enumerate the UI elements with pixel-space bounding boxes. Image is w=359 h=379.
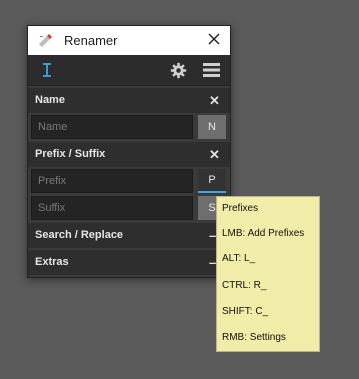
section-header-extras[interactable]: Extras – bbox=[28, 250, 230, 275]
tooltip-line: Prefixes bbox=[222, 203, 259, 214]
renamer-logo-icon bbox=[39, 34, 52, 47]
prefix-input[interactable]: Prefix bbox=[31, 169, 193, 193]
hamburger-menu-icon[interactable] bbox=[203, 63, 220, 77]
suffix-input[interactable]: Suffix bbox=[31, 196, 193, 220]
name-apply-button[interactable]: N bbox=[198, 115, 226, 139]
section-header-search-replace[interactable]: Search / Replace – bbox=[28, 223, 230, 248]
title-bar[interactable]: Renamer bbox=[28, 26, 230, 55]
gear-icon[interactable] bbox=[170, 62, 187, 79]
prefix-button[interactable]: P bbox=[198, 169, 226, 193]
tooltip-line: ALT: L_ bbox=[222, 253, 256, 264]
tooltip-line: LMB: Add Prefixes bbox=[222, 228, 305, 239]
tooltip-line: SHIFT: C_ bbox=[222, 306, 269, 317]
section-header-name[interactable]: Name ✕ bbox=[28, 88, 230, 113]
section-header-prefix-suffix[interactable]: Prefix / Suffix ✕ bbox=[28, 142, 230, 167]
close-icon[interactable] bbox=[205, 30, 223, 48]
tooltip: Prefixes LMB: Add Prefixes ALT: L_ CTRL:… bbox=[216, 196, 320, 352]
renamer-window: Renamer Name ✕ Name N Prefix / Suffix ✕ … bbox=[27, 25, 231, 278]
text-cursor-icon[interactable] bbox=[40, 62, 54, 78]
section-title-extras: Extras bbox=[35, 256, 69, 268]
prefix-placeholder: Prefix bbox=[38, 175, 67, 187]
section-title-name: Name bbox=[35, 94, 65, 106]
name-input[interactable]: Name bbox=[31, 115, 193, 139]
toolbar bbox=[28, 55, 230, 86]
tooltip-line: CTRL: R_ bbox=[222, 280, 267, 291]
suffix-placeholder: Suffix bbox=[38, 202, 66, 214]
name-placeholder: Name bbox=[38, 121, 68, 133]
close-x-icon[interactable]: ✕ bbox=[209, 94, 220, 107]
close-x-icon[interactable]: ✕ bbox=[209, 148, 220, 161]
section-title-search-replace: Search / Replace bbox=[35, 229, 124, 241]
tooltip-line: RMB: Settings bbox=[222, 332, 286, 343]
section-title-prefix-suffix: Prefix / Suffix bbox=[35, 148, 106, 160]
window-title: Renamer bbox=[64, 33, 118, 48]
